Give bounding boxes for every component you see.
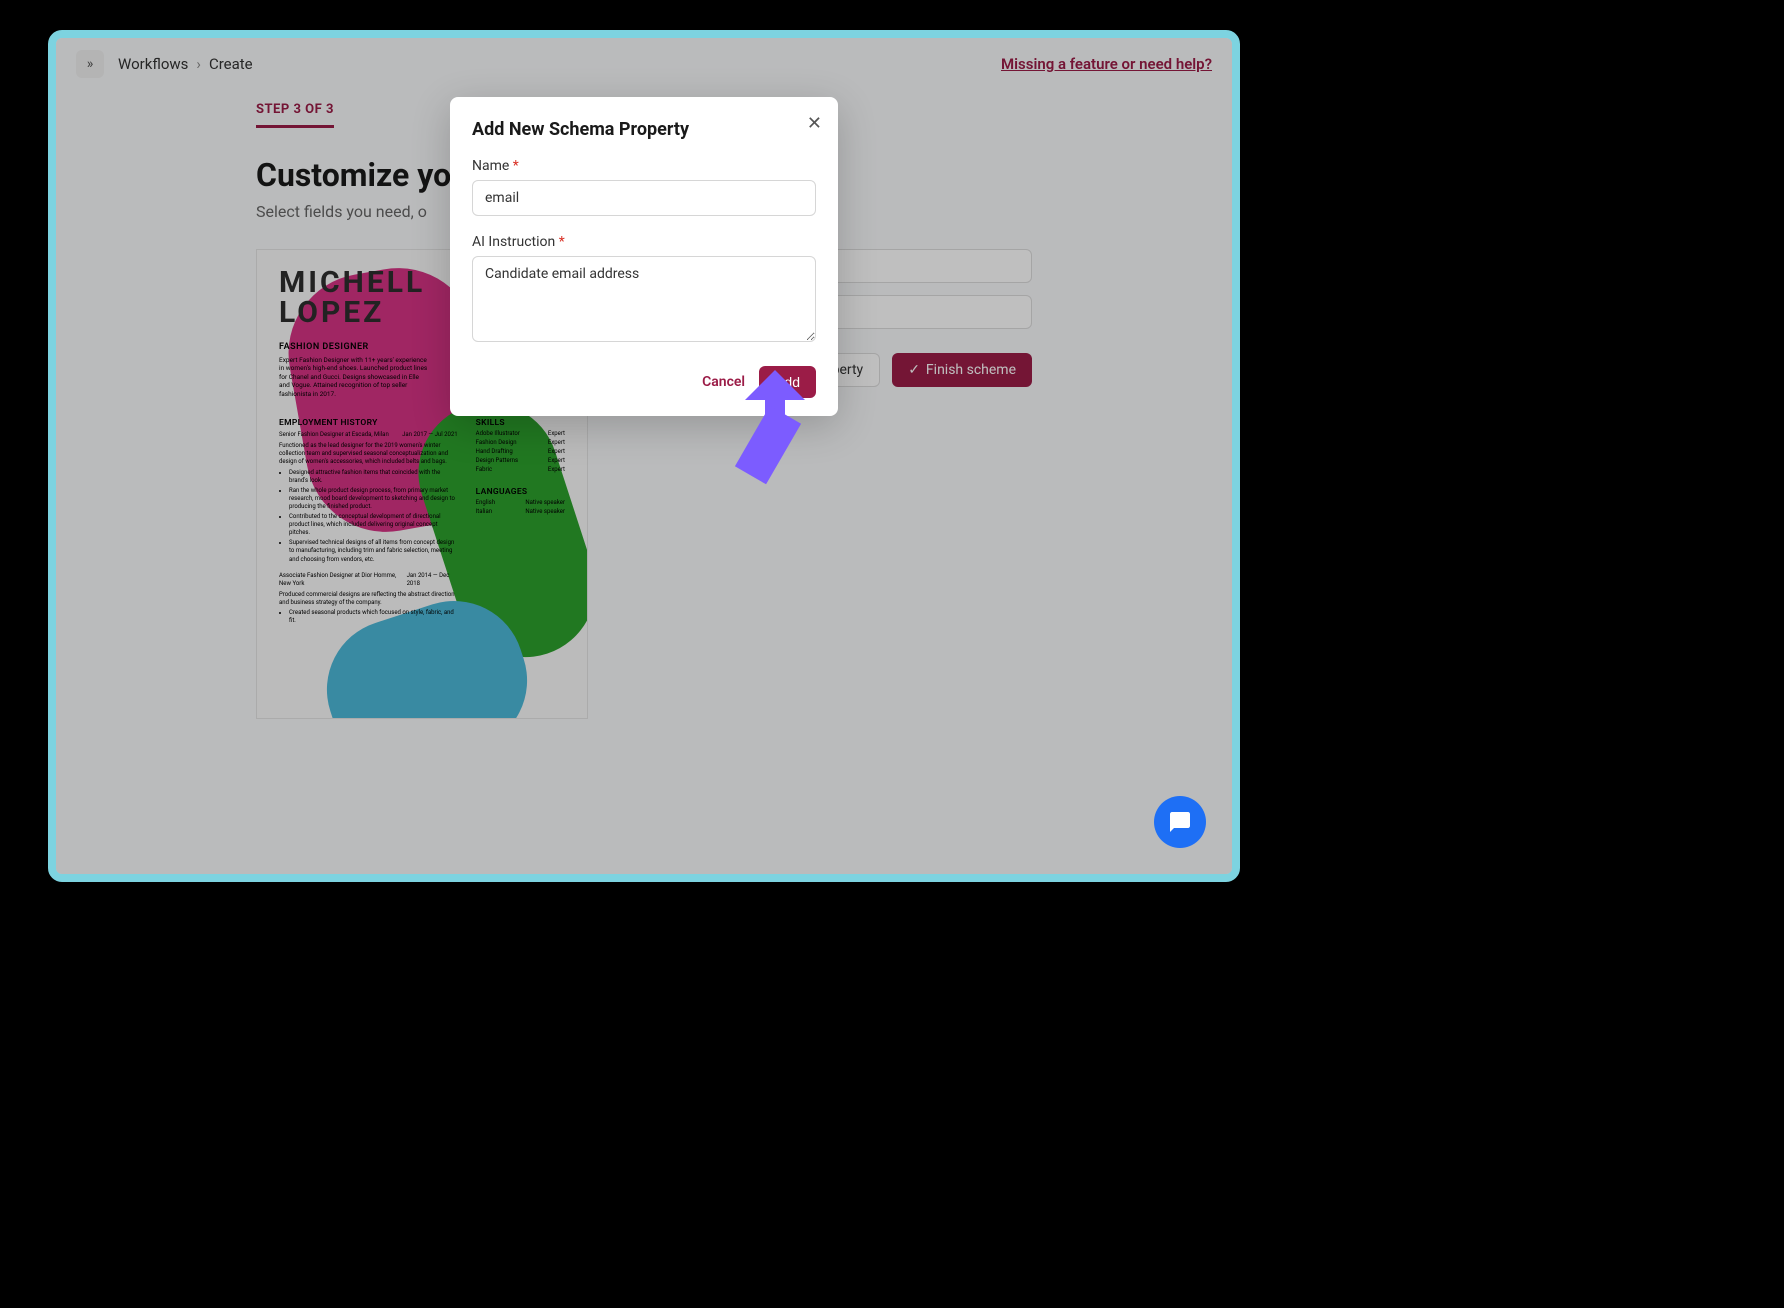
- breadcrumb-create: Create: [209, 55, 253, 73]
- resume-lang-heading: LANGUAGES: [476, 487, 565, 497]
- chat-icon: [1168, 810, 1192, 834]
- instruction-textarea[interactable]: [472, 256, 816, 342]
- topbar: » Workflows › Create Missing a feature o…: [56, 38, 1232, 90]
- cancel-button[interactable]: Cancel: [702, 374, 745, 390]
- resume-bio: Expert Fashion Designer with 11+ years' …: [279, 356, 429, 398]
- resume-emp-heading: EMPLOYMENT HISTORY: [279, 418, 458, 428]
- resume-skills-heading: SKILLS: [476, 418, 565, 428]
- chevron-right-double-icon: »: [87, 56, 94, 72]
- instruction-label: AI Instruction *: [472, 234, 816, 250]
- name-input[interactable]: [472, 180, 816, 216]
- close-icon: ✕: [807, 113, 822, 134]
- finish-scheme-button[interactable]: ✓ Finish scheme: [892, 353, 1032, 387]
- close-button[interactable]: ✕: [807, 113, 822, 134]
- breadcrumb: Workflows › Create: [118, 55, 253, 73]
- add-button[interactable]: Add: [759, 366, 816, 398]
- check-icon: ✓: [908, 362, 920, 378]
- step-indicator: STEP 3 OF 3: [256, 102, 334, 128]
- breadcrumb-workflows[interactable]: Workflows: [118, 55, 188, 73]
- chevron-right-icon: ›: [196, 55, 201, 73]
- name-label: Name *: [472, 158, 816, 174]
- sidebar-toggle-button[interactable]: »: [76, 50, 104, 78]
- add-property-modal: ✕ Add New Schema Property Name * AI Inst…: [450, 97, 838, 416]
- chat-fab[interactable]: [1154, 796, 1206, 848]
- help-link[interactable]: Missing a feature or need help?: [1001, 55, 1212, 73]
- modal-title: Add New Schema Property: [472, 119, 816, 140]
